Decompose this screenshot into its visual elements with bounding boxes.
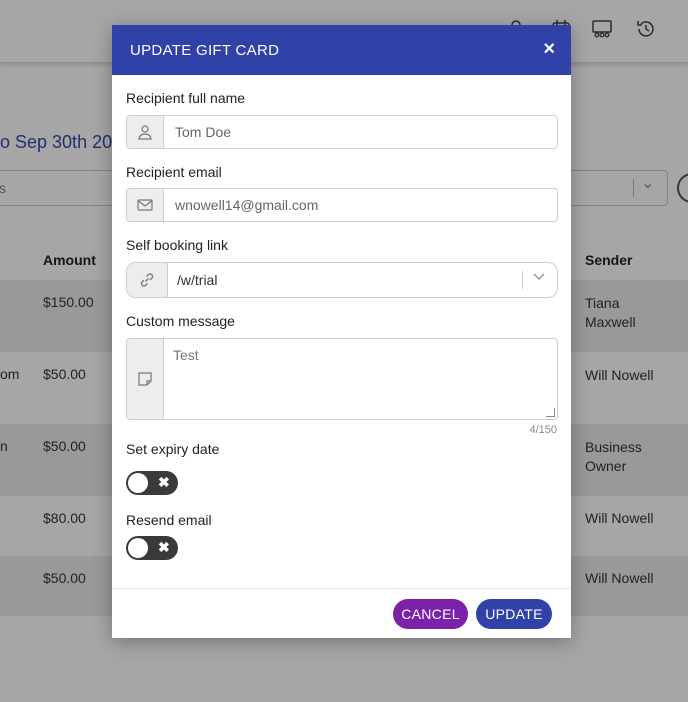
envelope-icon [127,189,164,221]
resend-email-label: Resend email [126,512,212,528]
recipient-email-label: Recipient email [126,164,222,180]
x-icon: ✖ [158,474,170,490]
recipient-name-value: Tom Doe [175,124,232,140]
recipient-email-field[interactable]: wnowell14@gmail.com [126,188,558,222]
booking-link-select[interactable]: /w/trial [126,262,558,298]
custom-message-textarea[interactable]: Test [126,338,558,420]
update-button[interactable]: UPDATE [476,599,552,629]
close-icon[interactable]: × [543,38,555,61]
expiry-toggle[interactable]: ✖ [126,471,178,495]
recipient-email-value: wnowell14@gmail.com [175,197,319,213]
resend-email-toggle[interactable]: ✖ [126,536,178,560]
select-separator [522,271,523,289]
person-icon [127,116,164,148]
modal-header: UPDATE GIFT CARD × [112,25,571,75]
custom-message-label: Custom message [126,313,235,329]
expiry-label: Set expiry date [126,441,220,457]
link-icon [127,263,168,297]
footer-divider [112,588,571,589]
toggle-knob [128,473,148,493]
recipient-name-label: Recipient full name [126,90,246,106]
toggle-knob [128,538,148,558]
resize-handle[interactable] [546,408,555,417]
booking-link-value: /w/trial [177,272,218,288]
booking-link-label: Self booking link [126,237,228,253]
note-icon [127,339,164,419]
x-icon: ✖ [158,539,170,555]
char-counter: 4/150 [529,424,557,436]
custom-message-value: Test [173,347,199,363]
modal-title: UPDATE GIFT CARD [130,42,280,59]
recipient-name-field[interactable]: Tom Doe [126,115,558,149]
update-gift-card-modal: UPDATE GIFT CARD × Recipient full name T… [112,25,571,638]
chevron-down-icon[interactable] [532,269,546,288]
cancel-button[interactable]: CANCEL [393,599,468,629]
